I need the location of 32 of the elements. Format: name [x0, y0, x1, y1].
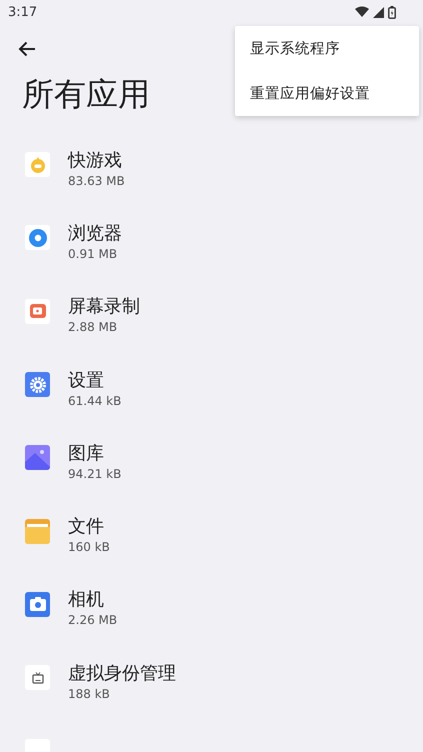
app-name[interactable]: 虚拟身份管理: [68, 662, 176, 686]
app-icon: [25, 152, 50, 178]
app-icon: [25, 518, 50, 544]
app-icon: [25, 592, 50, 617]
app-name[interactable]: 快游戏: [68, 148, 125, 173]
app-icon: [25, 225, 50, 250]
app-name[interactable]: 文件: [68, 515, 110, 540]
menu-item[interactable]: 显示系统程序: [235, 26, 419, 71]
back-arrow-icon[interactable]: [18, 41, 36, 57]
app-name[interactable]: 设置: [68, 368, 122, 393]
app-name[interactable]: 浏览器: [68, 222, 122, 246]
app-size: 61.44 kB: [68, 392, 122, 409]
wifi-icon: [355, 6, 369, 18]
battery-icon: [388, 6, 396, 18]
status-time: 3:17: [8, 4, 38, 20]
menu-item[interactable]: 重置应用偏好设置: [235, 71, 419, 116]
app-name[interactable]: 图库: [68, 442, 122, 466]
app-size: 2.26 MB: [68, 612, 118, 628]
app-size: 188 kB: [68, 686, 111, 702]
app-size: 94.21 kB: [68, 466, 122, 482]
app-size: 2.88 MB: [68, 319, 118, 336]
app-size: 160 kB: [68, 539, 110, 556]
app-name[interactable]: 屏幕录制: [68, 295, 140, 320]
app-icon: [25, 372, 50, 398]
app-size: 83.63 MB: [68, 172, 125, 189]
signal-icon: [373, 6, 384, 18]
app-name[interactable]: 相机: [68, 588, 118, 612]
app-icon: [25, 665, 50, 690]
app-size: 0.91 MB: [68, 246, 118, 262]
page-title: 所有应用: [22, 74, 150, 115]
app-icon: [25, 445, 50, 470]
app-icon: [25, 298, 50, 324]
